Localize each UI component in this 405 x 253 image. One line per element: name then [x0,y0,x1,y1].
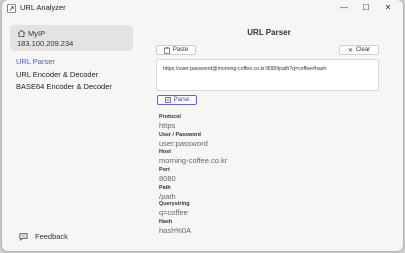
clear-label: Clear [355,47,371,53]
field-label-port: Port [159,167,170,173]
field-value-hash: hash%0A [159,226,192,235]
field-value-querystring: q=coffee [159,208,188,217]
clear-icon: ✕ [347,47,353,54]
paste-button[interactable]: Paste [156,45,196,55]
field-label-path: Path [159,185,171,191]
sidebar-item-base64-encoder-decoder[interactable]: BASE64 Encoder & Decoder [16,82,112,91]
app-window: URL Analyzer — ☐ ✕ MyIP 183.100.209.234 … [2,0,403,251]
field-label-user-password: User / Password [159,132,201,138]
parse-icon [164,97,171,103]
parse-button[interactable]: Parse [157,95,197,105]
sidebar-item-url-parser[interactable]: URL Parser [16,57,55,66]
clipboard-icon [163,46,170,54]
field-label-hash: Hash [159,219,173,225]
field-value-user-password: user:password [159,139,208,148]
my-ip-label: MyIP [28,29,46,38]
clear-button[interactable]: ✕ Clear [339,45,379,55]
window-title: URL Analyzer [20,3,66,12]
field-value-protocol: https [159,121,176,130]
feedback-label: Feedback [35,231,68,241]
title-bar: URL Analyzer — ☐ ✕ [2,0,403,17]
close-button[interactable]: ✕ [374,1,402,15]
field-value-path: /path [159,192,176,201]
my-ip-value: 183.100.209.234 [17,39,74,48]
app-icon [7,4,16,13]
field-label-querystring: Querystring [159,201,190,207]
chat-bubble-icon [19,232,28,241]
url-input[interactable]: https://user:password@morning-coffee.co.… [156,59,379,91]
feedback-button[interactable]: Feedback [19,230,68,242]
home-icon [17,29,26,38]
field-label-host: Host [159,149,171,155]
field-label-protocol: Protocol [159,114,181,120]
parse-label: Parse [173,97,190,103]
url-input-value: https://user:password@morning-coffee.co.… [163,66,327,72]
field-value-port: 8080 [159,174,176,183]
field-value-host: morning-coffee.co.kr [159,156,228,165]
sidebar-item-url-encoder-decoder[interactable]: URL Encoder & Decoder [16,70,98,79]
my-ip-card: MyIP 183.100.209.234 [10,25,133,51]
page-title: URL Parser [247,28,291,37]
paste-label: Paste [172,47,189,53]
